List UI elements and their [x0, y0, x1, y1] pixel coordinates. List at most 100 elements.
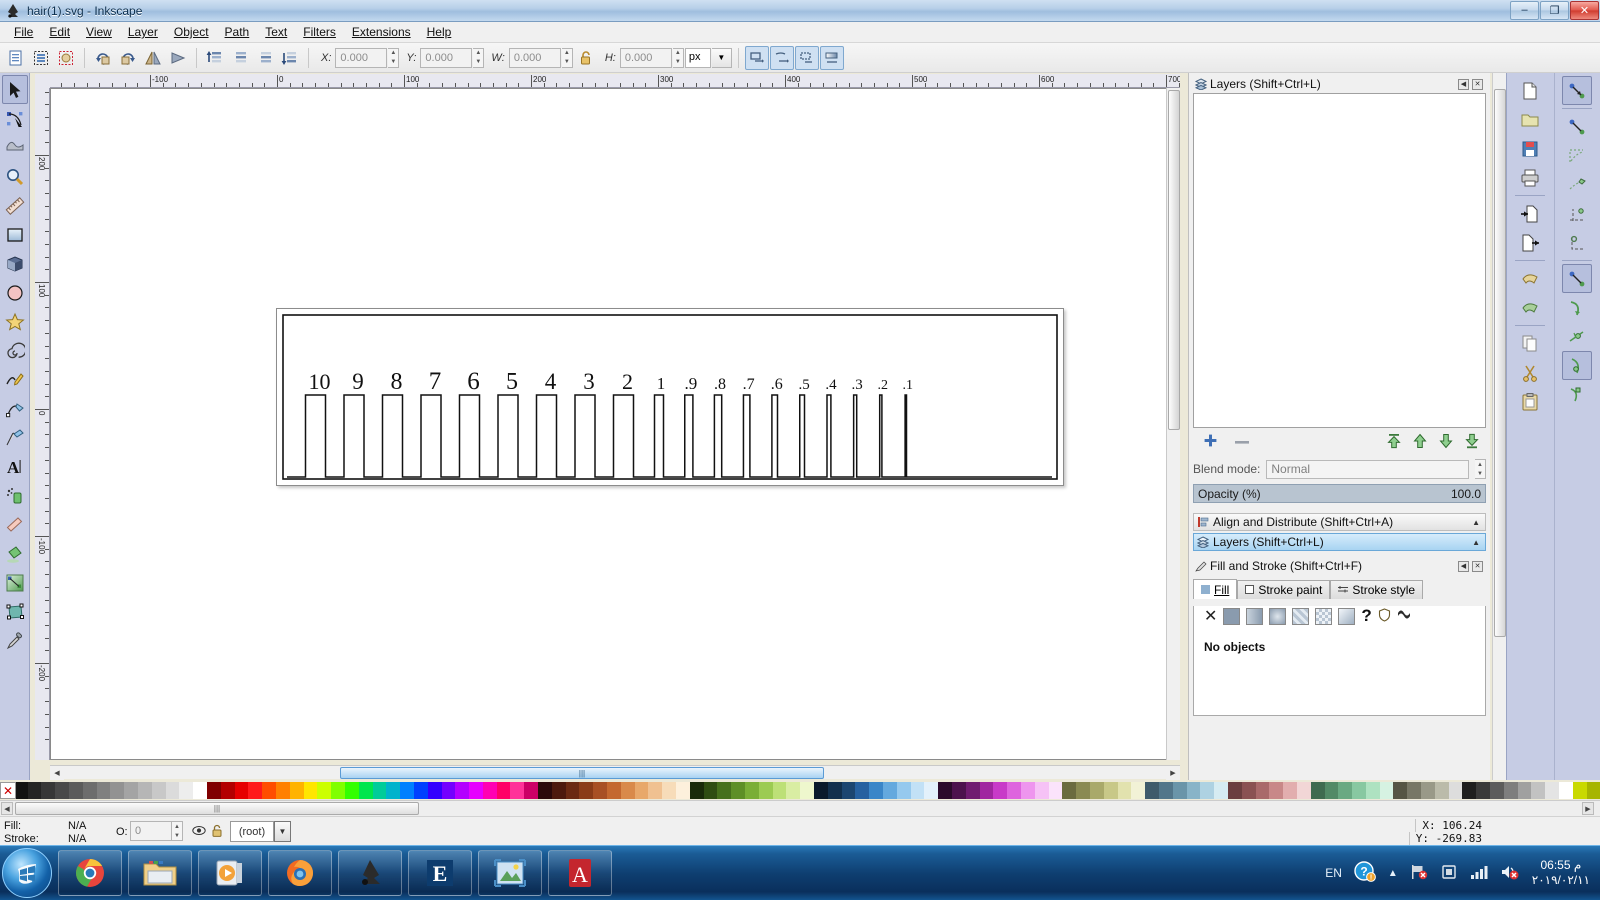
select-all-icon[interactable]: [4, 46, 28, 70]
palette-swatch[interactable]: [896, 782, 911, 799]
chevron-up-icon[interactable]: ▲: [1472, 518, 1485, 527]
palette-swatch[interactable]: [772, 782, 787, 799]
redo-icon[interactable]: [1515, 293, 1545, 322]
palette-swatch[interactable]: [441, 782, 456, 799]
device-icon[interactable]: [1440, 863, 1458, 884]
palette-swatch[interactable]: [1283, 782, 1297, 799]
palette-swatch[interactable]: [68, 782, 83, 799]
open-document-icon[interactable]: [1515, 105, 1545, 134]
deselect-icon[interactable]: [54, 46, 78, 70]
snap-path-intersection-icon[interactable]: [1562, 351, 1593, 380]
horizontal-ruler[interactable]: -1000100200300400500600700: [50, 74, 1180, 88]
canvas-horizontal-scrollbar[interactable]: ◀ ||| ▶: [50, 765, 1180, 780]
palette-swatch[interactable]: [1020, 782, 1035, 799]
layer-visible-icon[interactable]: [192, 824, 206, 840]
dock-scroll-thumb[interactable]: [1494, 89, 1506, 637]
palette-swatch[interactable]: [538, 782, 552, 799]
palette-swatch[interactable]: [1048, 782, 1063, 799]
y-spinner[interactable]: ▲ ▼: [473, 47, 485, 68]
palette-swatch[interactable]: [565, 782, 580, 799]
spiral-tool[interactable]: [2, 336, 28, 365]
palette-swatch[interactable]: [1407, 782, 1422, 799]
palette-swatch[interactable]: [1007, 782, 1021, 799]
snap-bbox-icon[interactable]: [1562, 112, 1592, 141]
file-explorer-taskbar-icon[interactable]: [128, 850, 192, 896]
volume-muted-icon[interactable]: [1500, 863, 1520, 884]
radial-gradient-icon[interactable]: [1269, 607, 1287, 625]
palette-swatch[interactable]: [924, 782, 939, 799]
internet-explorer-taskbar-icon[interactable]: E: [408, 850, 472, 896]
palette-swatch[interactable]: [745, 782, 759, 799]
palette-swatch[interactable]: [1559, 782, 1573, 799]
palette-swatch[interactable]: [965, 782, 980, 799]
edit-pattern-icon[interactable]: [1397, 608, 1411, 625]
maximize-button[interactable]: ❐: [1540, 0, 1569, 20]
rectangle-tool[interactable]: [2, 220, 28, 249]
palette-swatch[interactable]: [717, 782, 732, 799]
menu-text[interactable]: Text: [257, 23, 295, 41]
minimize-button[interactable]: –: [1510, 0, 1539, 20]
plus-icon[interactable]: [1203, 433, 1218, 451]
palette-swatch[interactable]: [400, 782, 414, 799]
palette-swatch[interactable]: [1586, 782, 1600, 799]
palette-swatch[interactable]: [1338, 782, 1353, 799]
rotate-90-ccw-icon[interactable]: [91, 46, 115, 70]
palette-swatch[interactable]: [331, 782, 345, 799]
palette-swatch[interactable]: [82, 782, 97, 799]
signal-icon[interactable]: [1470, 864, 1488, 883]
panel-close-icon[interactable]: ✕: [1472, 78, 1483, 90]
layer-lock-icon[interactable]: [211, 824, 223, 841]
palette-swatch[interactable]: [1089, 782, 1104, 799]
save-document-icon[interactable]: [1515, 134, 1545, 163]
current-layer-value[interactable]: (root): [230, 821, 274, 842]
palette-none-swatch[interactable]: ✕: [0, 782, 16, 799]
close-button[interactable]: ✕: [1570, 0, 1599, 20]
scroll-right-arrow-icon[interactable]: ▶: [1166, 766, 1180, 780]
bezier-tool[interactable]: [2, 394, 28, 423]
panel-collapse-icon[interactable]: ◀: [1458, 560, 1469, 572]
palette-swatch[interactable]: [1269, 782, 1284, 799]
menu-view[interactable]: View: [78, 23, 120, 41]
menu-layer[interactable]: Layer: [120, 23, 166, 41]
blend-mode-select[interactable]: Normal: [1266, 459, 1469, 479]
palette-swatch[interactable]: [482, 782, 497, 799]
node-edit-icon[interactable]: [1562, 76, 1593, 105]
palette-swatch[interactable]: [193, 782, 207, 799]
palette-swatch[interactable]: [786, 782, 801, 799]
show-hidden-icons-icon[interactable]: ▲: [1388, 868, 1398, 879]
palette-scroll-thumb[interactable]: |||: [15, 802, 419, 815]
palette-swatch[interactable]: [1227, 782, 1242, 799]
palette-swatch[interactable]: [662, 782, 677, 799]
zoom-tool[interactable]: [2, 162, 28, 191]
palette-swatch[interactable]: [469, 782, 483, 799]
selector-tool[interactable]: [1, 75, 28, 104]
lower-icon[interactable]: [253, 46, 277, 70]
palette-swatch[interactable]: [1448, 782, 1463, 799]
spray-tool[interactable]: [2, 481, 28, 510]
text-tool[interactable]: A: [2, 452, 28, 481]
lock-open-icon[interactable]: [574, 46, 598, 70]
affect-transform-icon[interactable]: [744, 45, 769, 70]
paint-bucket-tool[interactable]: [2, 539, 28, 568]
panel-collapse-icon[interactable]: ◀: [1458, 78, 1469, 90]
palette-scroll-left-icon[interactable]: ◀: [1, 802, 13, 815]
palette-swatch[interactable]: [358, 782, 373, 799]
palette-swatch[interactable]: [841, 782, 856, 799]
palette-swatch[interactable]: [41, 782, 56, 799]
raise-to-top-icon[interactable]: [1386, 433, 1402, 452]
lower-to-bottom-icon[interactable]: [1464, 433, 1480, 452]
snap-intersection-icon[interactable]: [1562, 199, 1592, 228]
vertical-ruler[interactable]: -200 -100 0 100 200: [35, 88, 50, 760]
palette-swatch[interactable]: [703, 782, 718, 799]
snap-nodes-icon[interactable]: [1562, 141, 1592, 170]
palette-swatch[interactable]: [951, 782, 966, 799]
flat-color-icon[interactable]: [1223, 607, 1241, 625]
palette-swatch[interactable]: [1186, 782, 1201, 799]
palette-swatch[interactable]: [289, 782, 304, 799]
palette-swatch[interactable]: [1310, 782, 1325, 799]
x-field[interactable]: [335, 47, 388, 68]
palette-swatch[interactable]: [234, 782, 249, 799]
undo-icon[interactable]: [1515, 264, 1545, 293]
dockbar-align-distribute[interactable]: Align and Distribute (Shift+Ctrl+A) ▲: [1193, 513, 1486, 531]
no-paint-icon[interactable]: ✕: [1204, 606, 1217, 626]
